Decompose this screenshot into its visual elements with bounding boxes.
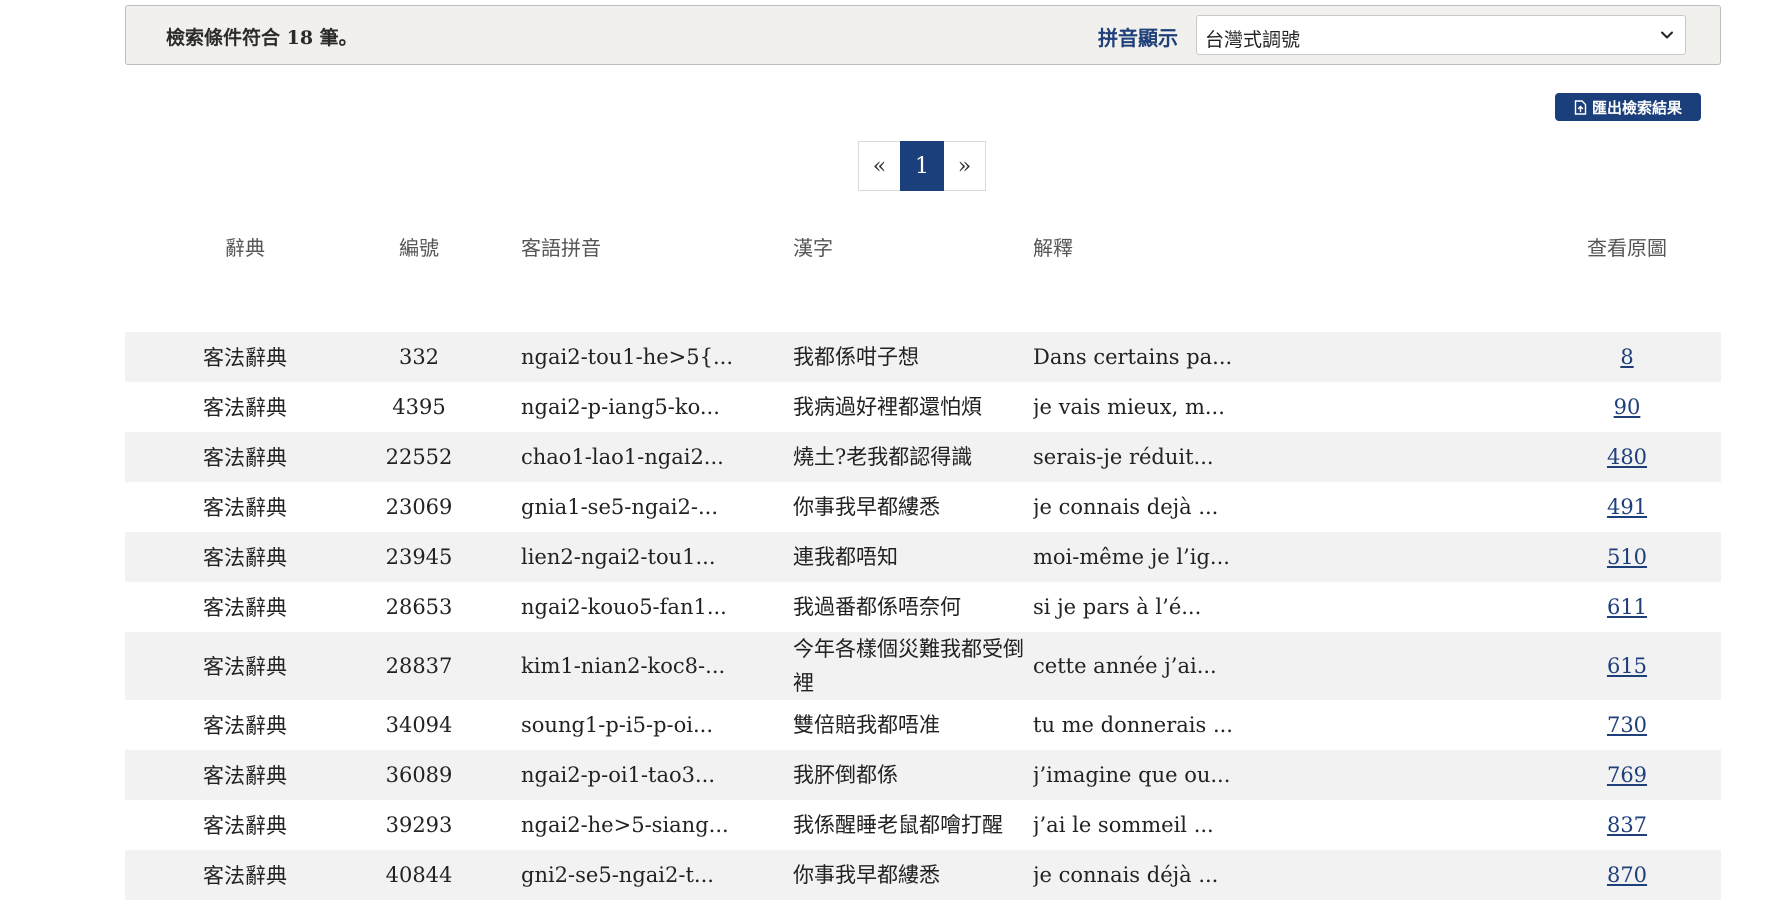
view-original-link[interactable]: 90 <box>1614 395 1641 419</box>
cell-hakka-pinyin: ngai2-tou1-he>5{... <box>473 332 793 382</box>
cell-hanzi: 我過番都係唔奈何 <box>793 582 1033 632</box>
view-original-link[interactable]: 611 <box>1607 595 1647 619</box>
cell-hanzi: 我病過好裡都還怕煩 <box>793 382 1033 432</box>
cell-number: 36089 <box>365 750 473 800</box>
cell-hakka-pinyin: ngai2-kouo5-fan1... <box>473 582 793 632</box>
cell-hakka-pinyin: chao1-lao1-ngai2... <box>473 432 793 482</box>
cell-explanation: je connais déjà ... <box>1033 850 1533 900</box>
view-original-link[interactable]: 8 <box>1620 345 1633 369</box>
cell-number: 332 <box>365 332 473 382</box>
cell-number: 22552 <box>365 432 473 482</box>
view-original-link[interactable]: 615 <box>1607 654 1647 678</box>
pinyin-display-value: 台灣式調號 <box>1205 29 1301 51</box>
view-original-link[interactable]: 480 <box>1607 445 1647 469</box>
cell-hanzi: 你事我早都縷悉 <box>793 850 1033 900</box>
cell-hakka-pinyin: ngai2-he>5-siang... <box>473 800 793 850</box>
cell-explanation: j’ai le sommeil ... <box>1033 800 1533 850</box>
table-row: 客法辭典 23069 gnia1-se5-ngai2-... 你事我早都縷悉 j… <box>125 482 1721 532</box>
cell-dictionary: 客法辭典 <box>125 532 365 582</box>
header-number[interactable]: 編號 <box>365 225 473 282</box>
result-count-text: 檢索條件符合 18 筆。 <box>166 27 358 49</box>
cell-hakka-pinyin: ngai2-p-oi1-tao3... <box>473 750 793 800</box>
cell-number: 23069 <box>365 482 473 532</box>
search-filter-bar: 檢索條件符合 18 筆。 拼音顯示 台灣式調號 <box>125 5 1721 65</box>
pagination: « 1 » <box>858 141 986 193</box>
view-original-link[interactable]: 730 <box>1607 713 1647 737</box>
view-original-link[interactable]: 510 <box>1607 545 1647 569</box>
pinyin-display-label: 拼音顯示 <box>1098 26 1178 50</box>
table-row: 客法辭典 34094 soung1-p-i5-p-oi... 雙倍賠我都唔准 t… <box>125 700 1721 750</box>
header-dictionary[interactable]: 辭典 <box>125 225 365 282</box>
page-current-button[interactable]: 1 <box>900 141 944 191</box>
cell-number: 4395 <box>365 382 473 432</box>
header-spacer <box>125 282 1721 332</box>
header-hakka-pinyin[interactable]: 客語拼音 <box>473 225 793 282</box>
table-row: 客法辭典 4395 ngai2-p-iang5-ko... 我病過好裡都還怕煩 … <box>125 382 1721 432</box>
cell-dictionary: 客法辭典 <box>125 382 365 432</box>
cell-explanation: serais-je réduit... <box>1033 432 1533 482</box>
cell-explanation: je connais dejà ... <box>1033 482 1533 532</box>
cell-hakka-pinyin: lien2-ngai2-tou1... <box>473 532 793 582</box>
cell-hakka-pinyin: ngai2-p-iang5-ko... <box>473 382 793 432</box>
cell-number: 28653 <box>365 582 473 632</box>
cell-explanation: si je pars à l’é... <box>1033 582 1533 632</box>
cell-dictionary: 客法辭典 <box>125 700 365 750</box>
table-row: 客法辭典 23945 lien2-ngai2-tou1... 連我都唔知 moi… <box>125 532 1721 582</box>
cell-explanation: j’imagine que ou... <box>1033 750 1533 800</box>
header-hanzi[interactable]: 漢字 <box>793 225 1033 282</box>
cell-dictionary: 客法辭典 <box>125 432 365 482</box>
cell-dictionary: 客法辭典 <box>125 332 365 382</box>
table-row: 客法辭典 332 ngai2-tou1-he>5{... 我都係咁子想 Dans… <box>125 332 1721 382</box>
cell-hanzi: 燒土?老我都認得識 <box>793 432 1033 482</box>
cell-hanzi: 我肧倒都係 <box>793 750 1033 800</box>
results-table: 辭典 編號 客語拼音 漢字 解釋 查看原圖 客法辭典 332 ngai2-tou… <box>125 225 1721 900</box>
export-results-label: 匯出檢索結果 <box>1591 98 1682 117</box>
table-row: 客法辭典 36089 ngai2-p-oi1-tao3... 我肧倒都係 j’i… <box>125 750 1721 800</box>
view-original-link[interactable]: 491 <box>1607 495 1647 519</box>
table-row: 客法辭典 28837 kim1-nian2-koc8-... 今年各樣個災難我都… <box>125 632 1721 700</box>
cell-dictionary: 客法辭典 <box>125 482 365 532</box>
cell-hanzi: 今年各樣個災難我都受倒裡 <box>793 632 1033 700</box>
view-original-link[interactable]: 769 <box>1607 763 1647 787</box>
cell-hakka-pinyin: gnia1-se5-ngai2-... <box>473 482 793 532</box>
cell-dictionary: 客法辭典 <box>125 850 365 900</box>
cell-explanation: cette année j’ai... <box>1033 632 1533 700</box>
cell-hakka-pinyin: soung1-p-i5-p-oi... <box>473 700 793 750</box>
header-explanation[interactable]: 解釋 <box>1033 225 1533 282</box>
cell-dictionary: 客法辭典 <box>125 582 365 632</box>
cell-number: 28837 <box>365 632 473 700</box>
cell-hakka-pinyin: gni2-se5-ngai2-t... <box>473 850 793 900</box>
table-row: 客法辭典 40844 gni2-se5-ngai2-t... 你事我早都縷悉 j… <box>125 850 1721 900</box>
table-row: 客法辭典 28653 ngai2-kouo5-fan1... 我過番都係唔奈何 … <box>125 582 1721 632</box>
chevron-down-icon <box>1661 31 1673 39</box>
cell-explanation: Dans certains pa... <box>1033 332 1533 382</box>
cell-dictionary: 客法辭典 <box>125 750 365 800</box>
cell-hanzi: 雙倍賠我都唔准 <box>793 700 1033 750</box>
cell-number: 39293 <box>365 800 473 850</box>
cell-hanzi: 我都係咁子想 <box>793 332 1033 382</box>
cell-explanation: tu me donnerais ... <box>1033 700 1533 750</box>
page-prev-button[interactable]: « <box>858 141 900 191</box>
cell-number: 34094 <box>365 700 473 750</box>
cell-hanzi: 我係醒睡老鼠都噲打醒 <box>793 800 1033 850</box>
cell-hanzi: 連我都唔知 <box>793 532 1033 582</box>
header-view-original[interactable]: 查看原圖 <box>1533 225 1721 282</box>
page-next-button[interactable]: » <box>944 141 986 191</box>
pinyin-display-select[interactable]: 台灣式調號 <box>1196 15 1686 55</box>
cell-dictionary: 客法辭典 <box>125 800 365 850</box>
table-header-row: 辭典 編號 客語拼音 漢字 解釋 查看原圖 <box>125 225 1721 282</box>
cell-hakka-pinyin: kim1-nian2-koc8-... <box>473 632 793 700</box>
cell-number: 23945 <box>365 532 473 582</box>
cell-number: 40844 <box>365 850 473 900</box>
cell-hanzi: 你事我早都縷悉 <box>793 482 1033 532</box>
cell-explanation: moi-même je l’ig... <box>1033 532 1533 582</box>
file-export-icon <box>1574 99 1587 115</box>
export-results-button[interactable]: 匯出檢索結果 <box>1555 93 1701 121</box>
view-original-link[interactable]: 837 <box>1607 813 1647 837</box>
view-original-link[interactable]: 870 <box>1607 863 1647 887</box>
table-row: 客法辭典 39293 ngai2-he>5-siang... 我係醒睡老鼠都噲打… <box>125 800 1721 850</box>
table-row: 客法辭典 22552 chao1-lao1-ngai2... 燒土?老我都認得識… <box>125 432 1721 482</box>
cell-dictionary: 客法辭典 <box>125 632 365 700</box>
cell-explanation: je vais mieux, m... <box>1033 382 1533 432</box>
